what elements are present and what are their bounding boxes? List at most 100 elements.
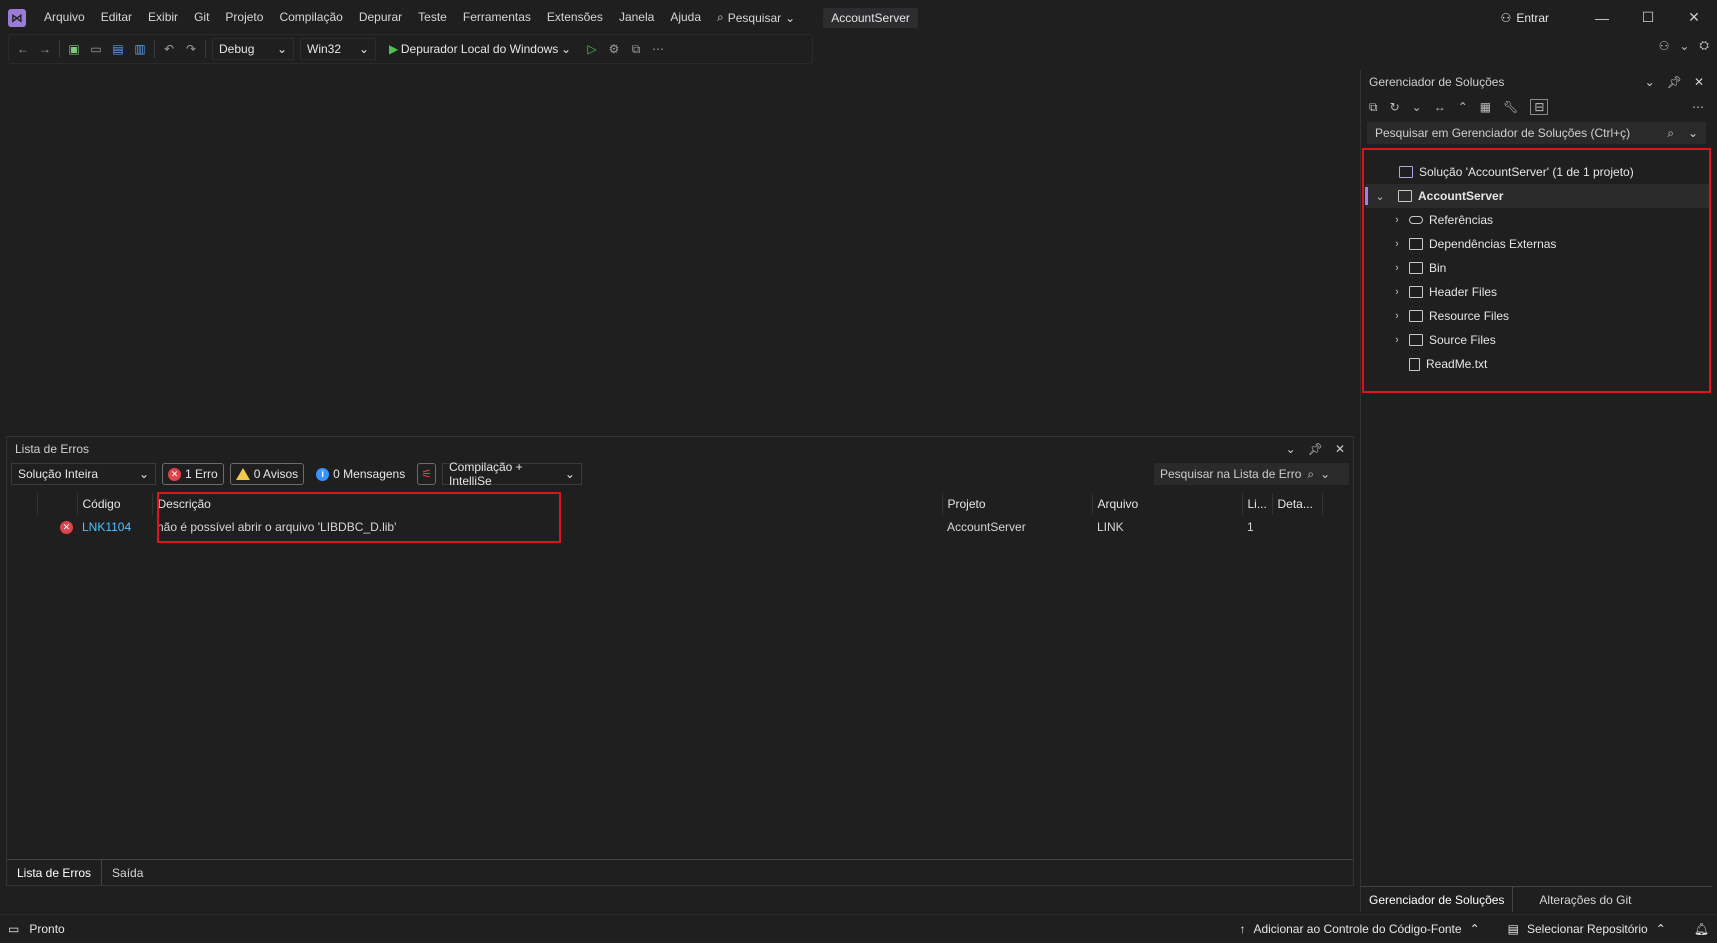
menu-arquivo[interactable]: Arquivo bbox=[36, 0, 93, 35]
menu-extensoes[interactable]: Extensões bbox=[539, 0, 611, 35]
chevron-right-icon[interactable]: › bbox=[1391, 334, 1403, 346]
error-code-link[interactable]: LNK1104 bbox=[77, 515, 152, 538]
history-icon[interactable]: ↻ bbox=[1390, 100, 1400, 114]
main-toolbar: ← → ▣ ▭ ▤ ▥ ↶ ↷ Debug ⌄ Win32 ⌄ ▶ Depura… bbox=[8, 34, 813, 64]
close-icon[interactable]: ✕ bbox=[1335, 442, 1345, 456]
tab-solution-explorer[interactable]: Gerenciador de Soluções bbox=[1361, 887, 1514, 912]
select-repository-button[interactable]: ▤ Selecionar Repositório ⌃ bbox=[1508, 922, 1666, 936]
tree-item-bin[interactable]: › Bin bbox=[1365, 256, 1709, 280]
close-window-button[interactable]: ✕ bbox=[1671, 9, 1717, 26]
tree-item-external-dependencies[interactable]: › Dependências Externas bbox=[1365, 232, 1709, 256]
errors-filter-toggle[interactable]: ✕ 1 Erro bbox=[162, 463, 224, 485]
messages-filter-toggle[interactable]: i 0 Mensagens bbox=[310, 463, 411, 485]
browser-link-icon[interactable]: ⧉ bbox=[628, 41, 644, 57]
visual-studio-logo-icon[interactable]: ⋈ bbox=[8, 8, 26, 27]
platform-dropdown[interactable]: Win32 ⌄ bbox=[300, 38, 376, 60]
errors-count: 1 Erro bbox=[185, 467, 218, 481]
chevron-down-icon[interactable]: ⌄ bbox=[1374, 190, 1386, 203]
status-bar: ▭ Pronto ↑ Adicionar ao Controle do Códi… bbox=[0, 914, 1717, 943]
error-code[interactable]: LNK1104 bbox=[82, 520, 131, 534]
column-project[interactable]: Projeto bbox=[941, 493, 1092, 515]
chevron-down-icon[interactable]: ⌄ bbox=[1645, 75, 1655, 89]
forward-icon[interactable]: → bbox=[37, 41, 53, 57]
menu-janela[interactable]: Janela bbox=[611, 0, 662, 35]
tab-output[interactable]: Saída bbox=[102, 860, 153, 885]
show-all-files-icon[interactable]: ▦ bbox=[1480, 100, 1491, 114]
menu-compilacao[interactable]: Compilação bbox=[271, 0, 350, 35]
scope-dropdown[interactable]: Solução Inteira ⌄ bbox=[11, 463, 156, 485]
tree-item-references[interactable]: › Referências bbox=[1365, 208, 1709, 232]
menu-git[interactable]: Git bbox=[186, 0, 217, 35]
chevron-right-icon[interactable]: › bbox=[1391, 262, 1403, 274]
column-line[interactable]: Li... bbox=[1241, 493, 1272, 515]
filter-build-icon[interactable]: ⚟ bbox=[417, 463, 436, 485]
sync-icon[interactable]: ↔ bbox=[1434, 100, 1446, 114]
warning-icon bbox=[235, 468, 250, 480]
configuration-dropdown[interactable]: Debug ⌄ bbox=[212, 38, 294, 60]
column-file[interactable]: Arquivo bbox=[1091, 493, 1242, 515]
tree-item-header-files[interactable]: › Header Files bbox=[1365, 280, 1709, 304]
undo-icon[interactable]: ↶ bbox=[161, 41, 177, 57]
properties-icon[interactable]: 🔧︎ bbox=[1503, 100, 1518, 114]
start-without-debugging-icon[interactable]: ▷ bbox=[584, 41, 600, 57]
back-icon[interactable]: ← bbox=[15, 41, 31, 57]
tree-solution-node[interactable]: Solução 'AccountServer' (1 de 1 projeto) bbox=[1365, 160, 1709, 184]
tree-item-source-files[interactable]: › Source Files bbox=[1365, 328, 1709, 352]
column-description[interactable]: Descrição bbox=[151, 493, 942, 515]
menu-ferramentas[interactable]: Ferramentas bbox=[455, 0, 539, 35]
pin-icon[interactable]: 📌︎ bbox=[1308, 442, 1323, 456]
solution-label: Solução 'AccountServer' (1 de 1 projeto) bbox=[1419, 165, 1634, 179]
menu-projeto[interactable]: Projeto bbox=[217, 0, 271, 35]
menu-ajuda[interactable]: Ajuda bbox=[662, 0, 709, 35]
new-project-icon[interactable]: ▣ bbox=[66, 41, 82, 57]
chevron-right-icon[interactable]: › bbox=[1391, 238, 1403, 250]
pin-icon[interactable]: 📌︎ bbox=[1667, 75, 1682, 89]
error-search-input[interactable]: Pesquisar na Lista de Erro ⌕ ⌄ bbox=[1154, 463, 1349, 485]
save-icon[interactable]: ▤ bbox=[110, 41, 126, 57]
collapse-all-icon[interactable]: ⌃ bbox=[1458, 100, 1468, 114]
add-source-control-button[interactable]: ↑ Adicionar ao Controle do Código-Fonte … bbox=[1239, 922, 1479, 936]
warnings-filter-toggle[interactable]: 0 Avisos bbox=[229, 463, 305, 485]
source-filter-dropdown[interactable]: Compilação + IntelliSe ⌄ bbox=[441, 460, 582, 488]
tree-item-readme[interactable]: ReadMe.txt bbox=[1365, 352, 1709, 376]
save-all-icon[interactable]: ▥ bbox=[132, 41, 148, 57]
search-menu[interactable]: ⌕ Pesquisar ⌄ bbox=[709, 10, 803, 25]
preview-icon[interactable]: ⊟ bbox=[1530, 99, 1549, 115]
menu-exibir[interactable]: Exibir bbox=[140, 0, 186, 35]
column-sort[interactable] bbox=[36, 493, 77, 515]
tab-error-list[interactable]: Lista de Erros bbox=[7, 860, 103, 885]
chevron-right-icon[interactable]: › bbox=[1391, 286, 1403, 298]
chevron-down-icon[interactable]: ⌄ bbox=[1679, 39, 1689, 53]
table-row[interactable]: ✕ LNK1104 não é possível abrir o arquivo… bbox=[7, 515, 1355, 538]
error-list-header: Lista de Erros ⌄ 📌︎ ✕ bbox=[7, 437, 1353, 461]
signin-button[interactable]: ⚇ Entrar bbox=[1501, 11, 1549, 25]
attach-icon[interactable]: ⚙ bbox=[606, 41, 622, 57]
column-details[interactable]: Deta... bbox=[1271, 493, 1322, 515]
column-code[interactable]: Código bbox=[76, 493, 152, 515]
more-icon[interactable]: ⋯ bbox=[1692, 100, 1704, 114]
feedback-icon[interactable]: ⛭ bbox=[1699, 38, 1709, 53]
menu-teste[interactable]: Teste bbox=[410, 0, 455, 35]
tab-git-changes[interactable]: Alterações do Git bbox=[1513, 887, 1639, 912]
maximize-button[interactable]: ☐ bbox=[1625, 9, 1671, 26]
minimize-button[interactable]: — bbox=[1579, 10, 1625, 26]
start-debugging-button[interactable]: ▶ Depurador Local do Windows ⌄ bbox=[382, 38, 578, 60]
more-icon[interactable]: ⋯ bbox=[650, 41, 666, 57]
chevron-down-icon[interactable]: ⌄ bbox=[1412, 100, 1422, 114]
chevron-right-icon[interactable]: › bbox=[1391, 214, 1403, 226]
chevron-right-icon[interactable]: › bbox=[1391, 310, 1403, 322]
redo-icon[interactable]: ↷ bbox=[183, 41, 199, 57]
menu-depurar[interactable]: Depurar bbox=[351, 0, 410, 35]
error-description: não é possível abrir o arquivo 'LIBDBC_D… bbox=[157, 519, 397, 534]
menu-editar[interactable]: Editar bbox=[93, 0, 140, 35]
solution-search-input[interactable]: Pesquisar em Gerenciador de Soluções (Ct… bbox=[1367, 122, 1706, 144]
close-icon[interactable]: ✕ bbox=[1694, 75, 1704, 89]
tree-item-resource-files[interactable]: › Resource Files bbox=[1365, 304, 1709, 328]
live-share-icon[interactable]: ⚇ bbox=[1659, 39, 1670, 53]
tree-project-node[interactable]: ⌄ AccountServer bbox=[1365, 184, 1709, 208]
chevron-down-icon[interactable]: ⌄ bbox=[1286, 442, 1296, 456]
open-file-icon[interactable]: ▭ bbox=[88, 41, 104, 57]
switch-views-icon[interactable]: ⧉ bbox=[1369, 100, 1378, 115]
search-menu-label: Pesquisar bbox=[727, 10, 782, 25]
notifications-icon[interactable]: 🔔︎ bbox=[1694, 922, 1709, 936]
